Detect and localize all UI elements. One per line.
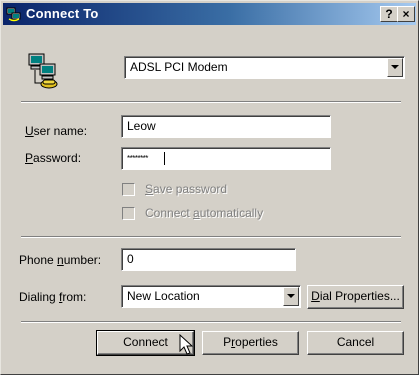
close-button[interactable]: ×	[397, 6, 415, 22]
dialing-from-label: Dialing from:	[19, 290, 87, 304]
device-value: ADSL PCI Modem	[130, 60, 228, 74]
user-name-label: User name:	[25, 124, 88, 138]
window-title: Connect To	[26, 6, 99, 21]
mouse-cursor-icon	[179, 334, 193, 355]
connect-automatically-label: Connect automatically	[145, 206, 264, 220]
text-caret	[164, 152, 165, 165]
connect-to-dialog: Connect To ? × ADSL PCI Modem User name:…	[0, 0, 419, 375]
password-input[interactable]: ********	[121, 147, 331, 170]
properties-button[interactable]: Properties	[202, 331, 299, 355]
cancel-button[interactable]: Cancel	[307, 331, 404, 355]
device-dropdown-button[interactable]	[387, 58, 403, 77]
save-password-checkbox[interactable]	[122, 183, 135, 196]
dialing-from-value: New Location	[127, 289, 200, 303]
device-select[interactable]: ADSL PCI Modem	[124, 56, 405, 79]
phone-number-label: Phone number:	[19, 253, 102, 267]
connect-automatically-checkbox[interactable]	[122, 207, 135, 220]
dialing-from-select[interactable]: New Location	[121, 285, 301, 308]
network-connection-icon	[6, 7, 21, 22]
dial-properties-button[interactable]: Dial Properties...	[307, 285, 404, 309]
dialup-computers-icon	[28, 53, 58, 89]
password-value: ********	[127, 154, 148, 163]
help-button[interactable]: ?	[380, 6, 398, 22]
user-name-input[interactable]: Leow	[121, 115, 331, 138]
separator-bottom	[21, 321, 401, 323]
phone-number-value: 0	[127, 252, 134, 266]
dropdown-arrow-icon	[287, 294, 295, 298]
dropdown-arrow-icon	[391, 65, 399, 69]
save-password-label: Save password	[145, 182, 228, 196]
phone-number-input[interactable]: 0	[121, 248, 296, 271]
password-label: Password:	[25, 151, 82, 165]
user-name-value: Leow	[127, 119, 156, 133]
separator-middle	[21, 236, 401, 238]
separator-top	[21, 101, 401, 103]
title-bar[interactable]: Connect To ? ×	[3, 3, 416, 25]
dialing-from-dropdown-button[interactable]	[283, 287, 299, 306]
